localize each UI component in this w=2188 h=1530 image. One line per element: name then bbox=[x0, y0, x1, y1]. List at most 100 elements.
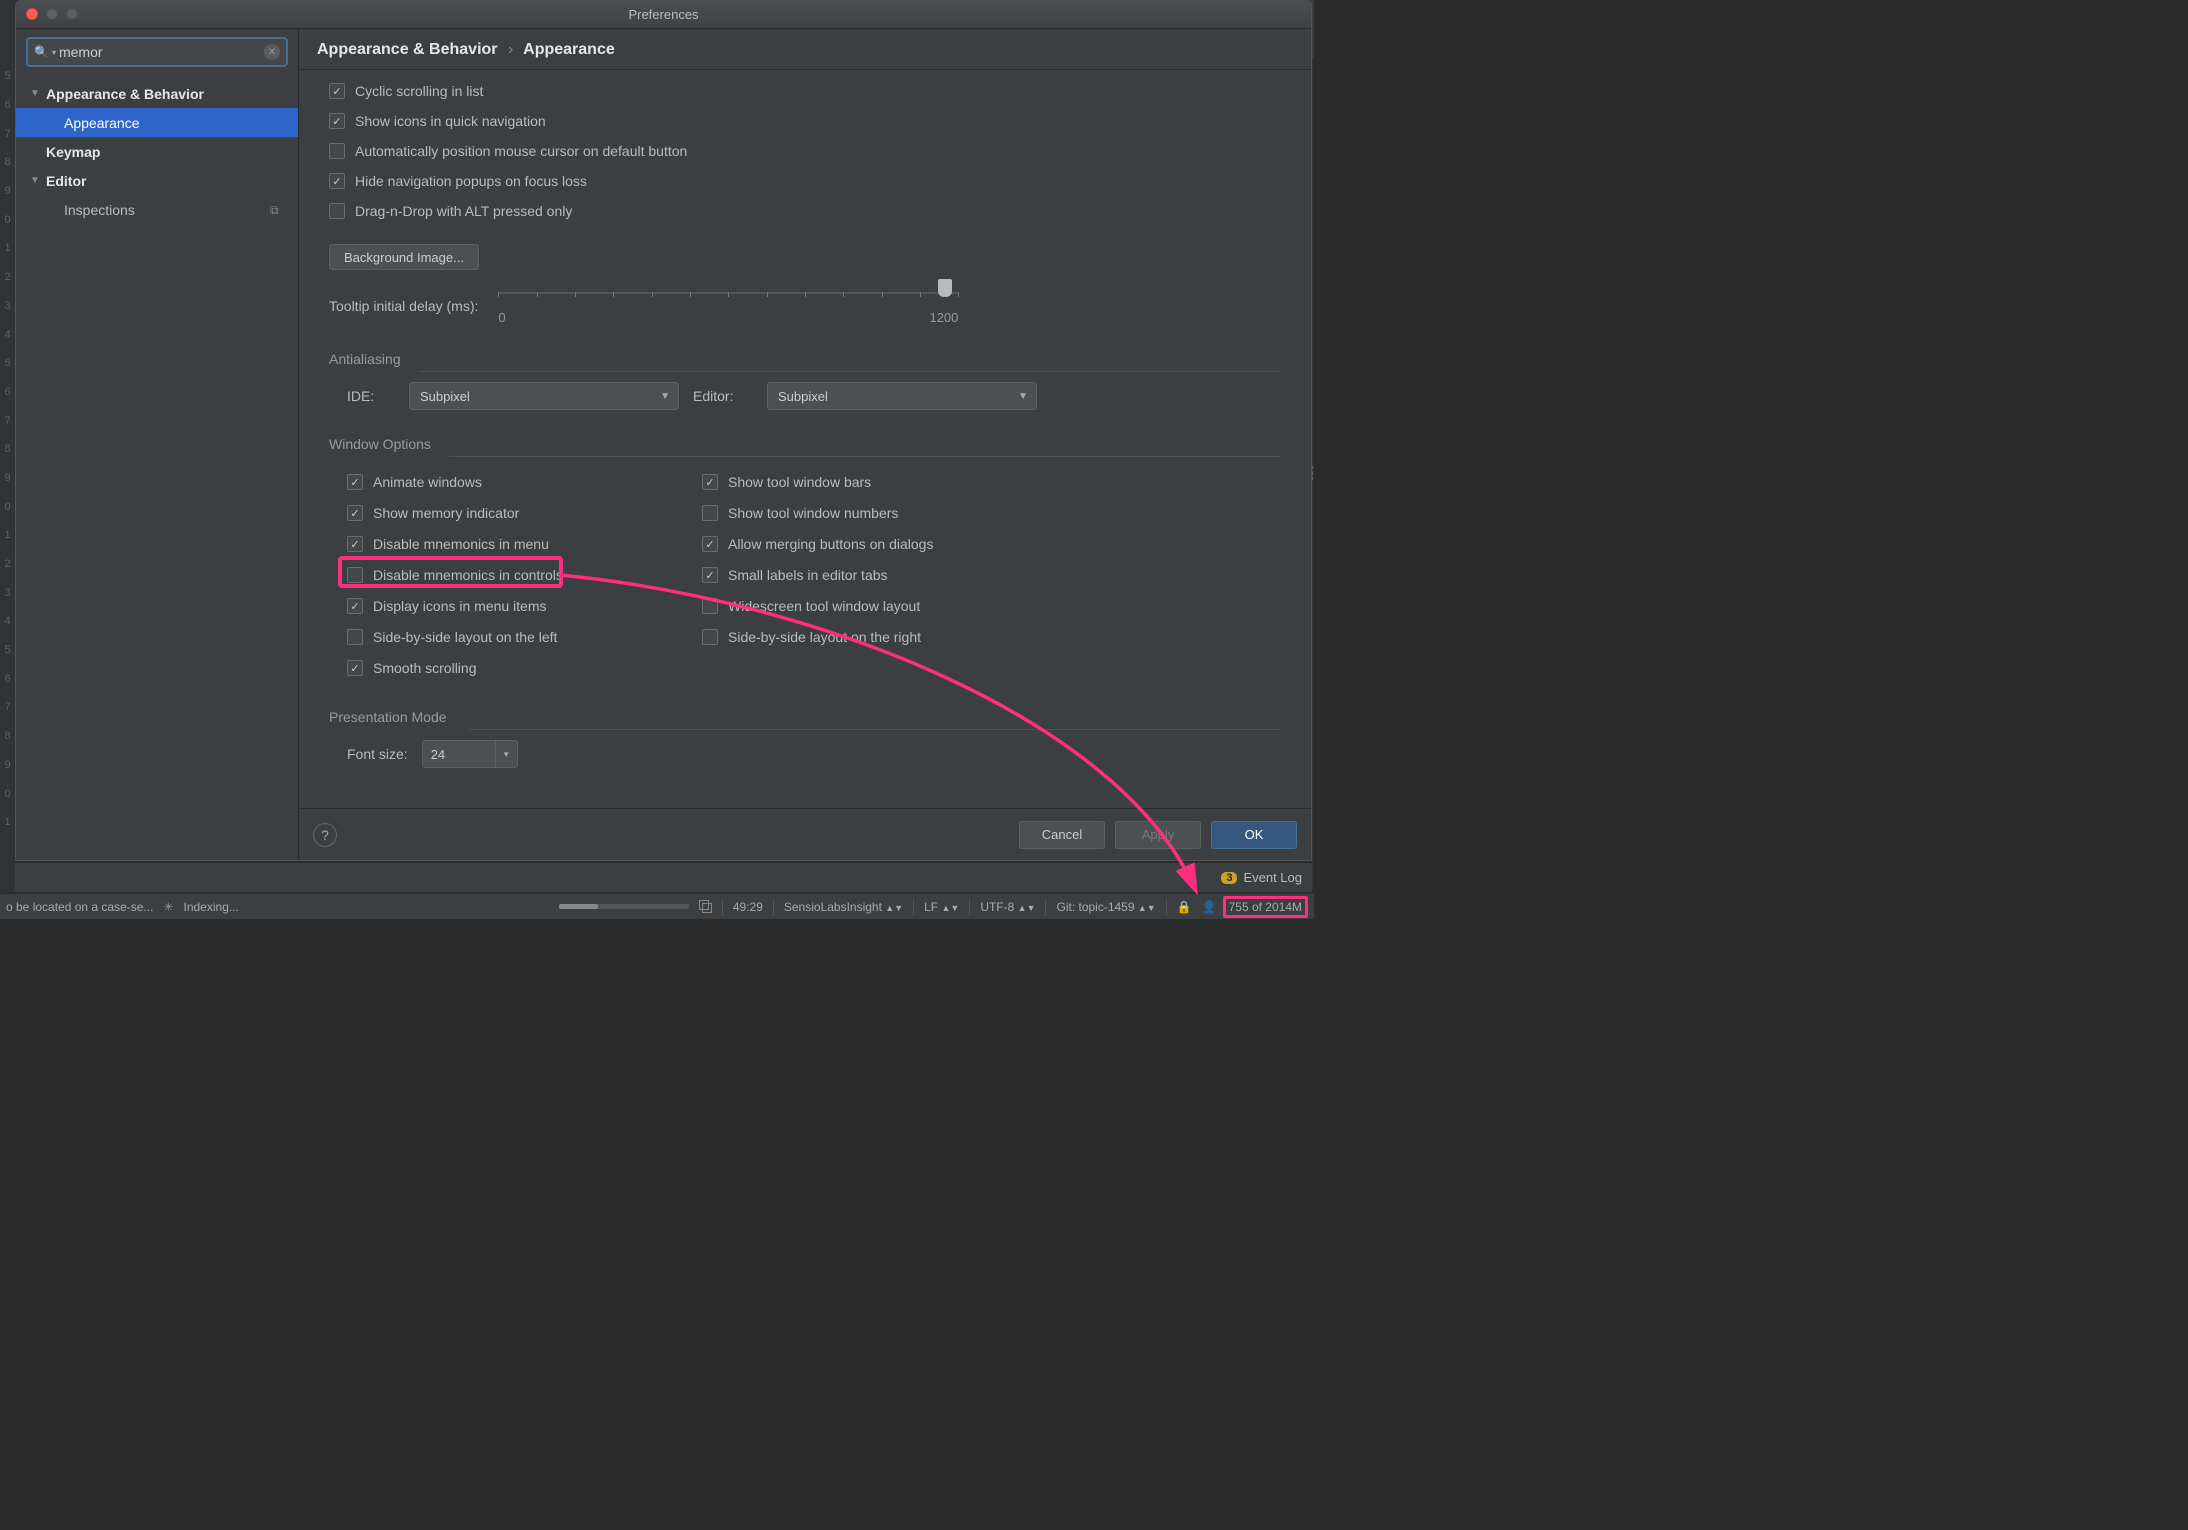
checkbox-sbs-right[interactable] bbox=[702, 629, 718, 645]
window-titlebar: Preferences bbox=[16, 0, 1311, 29]
lock-icon[interactable]: 🔒 bbox=[1177, 900, 1192, 914]
label-dnd-alt-only: Drag-n-Drop with ALT pressed only bbox=[355, 203, 572, 219]
slider-min-label: 0 bbox=[498, 310, 505, 325]
editor-aa-select[interactable]: Subpixel▼ bbox=[767, 382, 1037, 410]
tree-item-appearance[interactable]: Appearance bbox=[16, 108, 298, 137]
checkbox-show-tool-bars[interactable] bbox=[702, 474, 718, 490]
chevron-down-icon: ▼ bbox=[660, 391, 670, 402]
git-branch-widget[interactable]: Git: topic-1459 ▲▼ bbox=[1056, 900, 1155, 914]
event-log-label: Event Log bbox=[1243, 870, 1302, 885]
tree-item-inspections[interactable]: Inspections ⧉ bbox=[16, 195, 298, 224]
font-size-spinner[interactable]: ▼ bbox=[422, 740, 518, 768]
checkbox-show-tool-numbers[interactable] bbox=[702, 505, 718, 521]
checkbox-cyclic-scrolling[interactable] bbox=[329, 83, 345, 99]
background-image-button[interactable]: Background Image... bbox=[329, 244, 479, 270]
checkbox-sbs-left[interactable] bbox=[347, 629, 363, 645]
tooltip-delay-slider[interactable]: 0 1200 bbox=[498, 292, 958, 325]
label-display-icons: Display icons in menu items bbox=[373, 598, 547, 614]
line-separator-widget[interactable]: LF ▲▼ bbox=[924, 900, 959, 914]
font-size-input[interactable] bbox=[423, 747, 495, 762]
slider-handle-icon[interactable] bbox=[938, 279, 952, 297]
breadcrumb-separator-icon: › bbox=[508, 41, 513, 58]
indexing-progress bbox=[559, 904, 689, 909]
font-size-label: Font size: bbox=[347, 746, 408, 762]
cancel-button[interactable]: Cancel bbox=[1019, 821, 1105, 849]
label-animate: Animate windows bbox=[373, 474, 482, 490]
ok-button[interactable]: OK bbox=[1211, 821, 1297, 849]
label-small-labels: Small labels in editor tabs bbox=[728, 567, 888, 583]
tooltip-delay-label: Tooltip initial delay (ms): bbox=[329, 292, 478, 314]
slider-max-label: 1200 bbox=[929, 310, 958, 325]
checkbox-widescreen[interactable] bbox=[702, 598, 718, 614]
breadcrumb-group: Appearance & Behavior bbox=[317, 41, 498, 58]
memory-indicator[interactable]: 755 of 2014M bbox=[1223, 896, 1308, 918]
clear-search-icon[interactable]: ✕ bbox=[264, 44, 280, 60]
label-allow-merge: Allow merging buttons on dialogs bbox=[728, 536, 933, 552]
label-widescreen: Widescreen tool window layout bbox=[728, 598, 920, 614]
search-icon: 🔍 bbox=[34, 45, 49, 59]
dialog-footer: ? Cancel Apply OK bbox=[299, 808, 1311, 860]
copy-profile-icon[interactable]: ⧉ bbox=[270, 203, 284, 217]
search-dropdown-icon[interactable]: ▾ bbox=[52, 48, 56, 57]
hector-icon[interactable]: 👤 bbox=[1202, 900, 1217, 914]
breadcrumb: Appearance & Behavior › Appearance bbox=[299, 29, 1311, 70]
checkbox-disable-mnem-menu[interactable] bbox=[347, 536, 363, 552]
chevron-down-icon: ▼ bbox=[30, 88, 46, 99]
window-title: Preferences bbox=[16, 7, 1311, 22]
checkbox-allow-merge[interactable] bbox=[702, 536, 718, 552]
section-window-options: Window Options bbox=[329, 436, 1281, 454]
checkbox-dnd-alt-only[interactable] bbox=[329, 203, 345, 219]
label-quick-nav-icons: Show icons in quick navigation bbox=[355, 113, 546, 129]
cursor-position[interactable]: 49:29 bbox=[733, 900, 763, 914]
label-show-memory-indicator: Show memory indicator bbox=[373, 505, 519, 521]
breadcrumb-page: Appearance bbox=[523, 41, 615, 58]
event-log-count: 3 bbox=[1221, 872, 1237, 884]
tree-item-appearance-behavior[interactable]: ▼ Appearance & Behavior bbox=[16, 79, 298, 108]
label-sbs-right: Side-by-side layout on the right bbox=[728, 629, 921, 645]
indexing-label: Indexing... bbox=[184, 900, 239, 914]
preferences-content: Appearance & Behavior › Appearance Cycli… bbox=[299, 29, 1311, 860]
status-message: o be located on a case-se... bbox=[6, 900, 153, 914]
checkbox-quick-nav-icons[interactable] bbox=[329, 113, 345, 129]
label-auto-cursor: Automatically position mouse cursor on d… bbox=[355, 143, 687, 159]
apply-button[interactable]: Apply bbox=[1115, 821, 1201, 849]
label-show-tool-bars: Show tool window bars bbox=[728, 474, 871, 490]
tree-item-keymap[interactable]: Keymap bbox=[16, 137, 298, 166]
checkbox-auto-cursor[interactable] bbox=[329, 143, 345, 159]
label-disable-mnem-menu: Disable mnemonics in menu bbox=[373, 536, 549, 552]
search-input[interactable] bbox=[59, 44, 264, 60]
editor-gutter: 567890123456789012345678901 bbox=[0, 0, 15, 919]
preferences-sidebar: 🔍 ▾ ✕ ▼ Appearance & Behavior Appearance bbox=[16, 29, 299, 860]
checkbox-smooth-scrolling[interactable] bbox=[347, 660, 363, 676]
label-show-tool-numbers: Show tool window numbers bbox=[728, 505, 898, 521]
event-log-toolbar[interactable]: 3 Event Log bbox=[15, 862, 1312, 892]
section-presentation-mode: Presentation Mode bbox=[329, 709, 1281, 727]
checkbox-display-icons[interactable] bbox=[347, 598, 363, 614]
preferences-search[interactable]: 🔍 ▾ ✕ bbox=[26, 37, 288, 67]
section-antialiasing: Antialiasing bbox=[329, 351, 1281, 369]
chevron-down-icon[interactable]: ▼ bbox=[495, 741, 517, 767]
ide-aa-label: IDE: bbox=[347, 388, 395, 404]
editor-aa-label: Editor: bbox=[693, 388, 753, 404]
sensiolabs-widget[interactable]: SensioLabsInsight ▲▼ bbox=[784, 900, 903, 914]
chevron-down-icon: ▼ bbox=[1018, 391, 1028, 402]
help-button[interactable]: ? bbox=[313, 823, 337, 847]
checkbox-hide-nav-popups[interactable] bbox=[329, 173, 345, 189]
checkbox-disable-mnem-ctrl[interactable] bbox=[347, 567, 363, 583]
label-sbs-left: Side-by-side layout on the left bbox=[373, 629, 557, 645]
chevron-down-icon: ▼ bbox=[30, 175, 46, 186]
checkbox-small-labels[interactable] bbox=[702, 567, 718, 583]
encoding-widget[interactable]: UTF-8 ▲▼ bbox=[980, 900, 1035, 914]
preferences-window: Preferences 🔍 ▾ ✕ ▼ Appearance & Behavio… bbox=[15, 0, 1312, 861]
label-smooth-scrolling: Smooth scrolling bbox=[373, 660, 477, 676]
label-hide-nav-popups: Hide navigation popups on focus loss bbox=[355, 173, 587, 189]
ide-statusbar: o be located on a case-se... ✳ Indexing.… bbox=[0, 893, 1314, 919]
progress-stop-icon[interactable] bbox=[699, 900, 712, 913]
checkbox-animate-windows[interactable] bbox=[347, 474, 363, 490]
spinner-icon: ✳ bbox=[163, 900, 173, 914]
label-disable-mnem-ctrl: Disable mnemonics in controls bbox=[373, 567, 563, 583]
ide-aa-select[interactable]: Subpixel▼ bbox=[409, 382, 679, 410]
label-cyclic-scrolling: Cyclic scrolling in list bbox=[355, 83, 483, 99]
checkbox-show-memory-indicator[interactable] bbox=[347, 505, 363, 521]
tree-item-editor[interactable]: ▼ Editor bbox=[16, 166, 298, 195]
